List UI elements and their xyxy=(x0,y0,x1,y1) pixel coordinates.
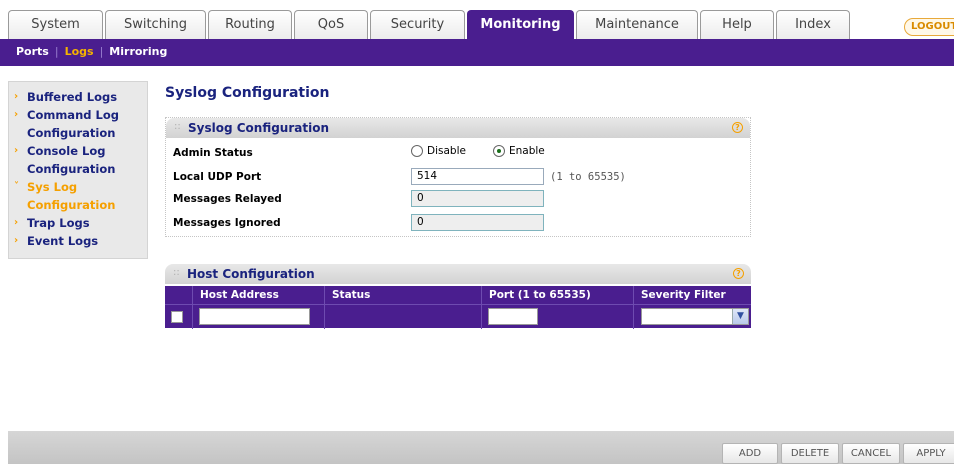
admin-status-row: Admin Status Disable Enable xyxy=(166,142,752,164)
nav-trap-logs[interactable]: › Trap Logs xyxy=(9,214,147,232)
nav-label: Console Log Configuration xyxy=(27,144,116,176)
udp-port-input[interactable]: 514 xyxy=(411,168,544,185)
top-tab-bar: System Switching Routing QoS Security Mo… xyxy=(0,0,954,39)
row-checkbox[interactable] xyxy=(171,310,183,323)
arrow-right-icon: › xyxy=(14,217,19,228)
tab-monitoring[interactable]: Monitoring xyxy=(467,10,574,39)
page-title: Syslog Configuration xyxy=(165,85,330,101)
severity-cell: ▼ xyxy=(634,305,751,329)
arrow-right-icon: › xyxy=(14,145,19,156)
radio-selected-icon xyxy=(493,145,505,157)
tab-switching[interactable]: Switching xyxy=(105,10,206,39)
table-row: ▼ xyxy=(165,304,751,329)
select-column-header xyxy=(165,286,193,304)
host-table: Host Address Status Port (1 to 65535) Se… xyxy=(165,286,751,329)
messages-ignored-label: Messages Ignored xyxy=(173,217,281,229)
chevron-down-icon[interactable]: ▼ xyxy=(732,308,748,324)
host-address-input[interactable] xyxy=(199,307,310,325)
admin-status-disable-radio[interactable]: Disable xyxy=(411,145,466,157)
subnav-mirroring[interactable]: Mirroring xyxy=(109,45,167,58)
messages-relayed-row: Messages Relayed 0 xyxy=(166,188,752,210)
help-icon[interactable]: ? xyxy=(733,268,744,279)
column-header-status: Status xyxy=(325,286,482,304)
nav-console-log-configuration[interactable]: › Console Log Configuration xyxy=(9,142,147,178)
messages-relayed-label: Messages Relayed xyxy=(173,193,282,205)
tab-help[interactable]: Help xyxy=(700,10,774,39)
tab-routing[interactable]: Routing xyxy=(208,10,292,39)
arrow-right-icon: › xyxy=(14,235,19,246)
arrow-down-icon: ˅ xyxy=(14,181,19,192)
tab-index[interactable]: Index xyxy=(776,10,850,39)
apply-button[interactable]: APPLY xyxy=(903,443,954,464)
sub-nav-bar: Ports | Logs | Mirroring xyxy=(0,39,954,66)
help-icon[interactable]: ? xyxy=(732,122,743,133)
admin-status-label: Admin Status xyxy=(173,147,253,159)
arrow-right-icon: › xyxy=(14,109,19,120)
status-cell xyxy=(325,304,482,329)
admin-status-enable-radio[interactable]: Enable xyxy=(493,145,545,157)
host-config-panel: :: Host Configuration ? Host Address Sta… xyxy=(165,264,751,336)
radio-circle-icon xyxy=(411,145,423,157)
bottom-action-bar: ADD DELETE CANCEL APPLY xyxy=(8,431,954,464)
column-header-host-address: Host Address xyxy=(193,286,325,304)
select-cell xyxy=(165,304,193,329)
tab-qos[interactable]: QoS xyxy=(294,10,368,39)
nav-event-logs[interactable]: › Event Logs xyxy=(9,232,147,250)
nav-label: Sys Log Configuration xyxy=(27,180,116,212)
udp-port-label: Local UDP Port xyxy=(173,171,262,183)
port-cell xyxy=(482,304,634,329)
delete-button[interactable]: DELETE xyxy=(781,443,839,464)
panel-title: Host Configuration xyxy=(187,267,315,281)
subnav-logs[interactable]: Logs xyxy=(65,45,94,58)
nav-label: Event Logs xyxy=(27,234,99,248)
panel-header: :: Host Configuration ? xyxy=(165,264,751,284)
nav-label: Trap Logs xyxy=(27,216,90,230)
radio-label: Disable xyxy=(427,145,466,157)
udp-port-hint: (1 to 65535) xyxy=(550,171,626,183)
host-address-cell xyxy=(193,304,325,329)
nav-command-log-configuration[interactable]: › Command Log Configuration xyxy=(9,106,147,142)
severity-filter-select[interactable]: ▼ xyxy=(641,307,749,325)
grip-icon: :: xyxy=(174,121,181,132)
add-button[interactable]: ADD xyxy=(722,443,778,464)
grip-icon: :: xyxy=(173,267,180,278)
subnav-separator: | xyxy=(54,45,59,58)
udp-port-row: Local UDP Port 514 (1 to 65535) xyxy=(166,166,752,188)
messages-ignored-row: Messages Ignored 0 xyxy=(166,212,752,234)
panel-title: Syslog Configuration xyxy=(188,121,330,135)
messages-ignored-value: 0 xyxy=(411,214,544,231)
tab-system[interactable]: System xyxy=(8,10,103,39)
column-header-severity-filter: Severity Filter xyxy=(641,289,726,301)
nav-label: Command Log Configuration xyxy=(27,108,119,140)
left-nav: › Buffered Logs › Command Log Configurat… xyxy=(8,81,148,259)
messages-relayed-value: 0 xyxy=(411,190,544,207)
nav-sys-log-configuration[interactable]: ˅ Sys Log Configuration xyxy=(9,178,147,214)
subnav-ports[interactable]: Ports xyxy=(16,45,49,58)
port-input[interactable] xyxy=(488,307,538,325)
nav-label: Buffered Logs xyxy=(27,90,118,104)
table-header: Host Address Status Port (1 to 65535) Se… xyxy=(165,286,751,304)
tab-security[interactable]: Security xyxy=(370,10,465,39)
panel-header: :: Syslog Configuration ? xyxy=(166,118,750,138)
column-header-port: Port (1 to 65535) xyxy=(482,286,634,304)
syslog-config-panel: :: Syslog Configuration ? Admin Status D… xyxy=(165,117,751,237)
nav-buffered-logs[interactable]: › Buffered Logs xyxy=(9,88,147,106)
logout-button[interactable]: LOGOUT xyxy=(904,18,954,36)
cancel-button[interactable]: CANCEL xyxy=(842,443,900,464)
main-tabs: System Switching Routing QoS Security Mo… xyxy=(8,10,852,39)
arrow-right-icon: › xyxy=(14,91,19,102)
radio-label: Enable xyxy=(509,145,545,157)
tab-maintenance[interactable]: Maintenance xyxy=(576,10,698,39)
subnav-separator: | xyxy=(99,45,104,58)
